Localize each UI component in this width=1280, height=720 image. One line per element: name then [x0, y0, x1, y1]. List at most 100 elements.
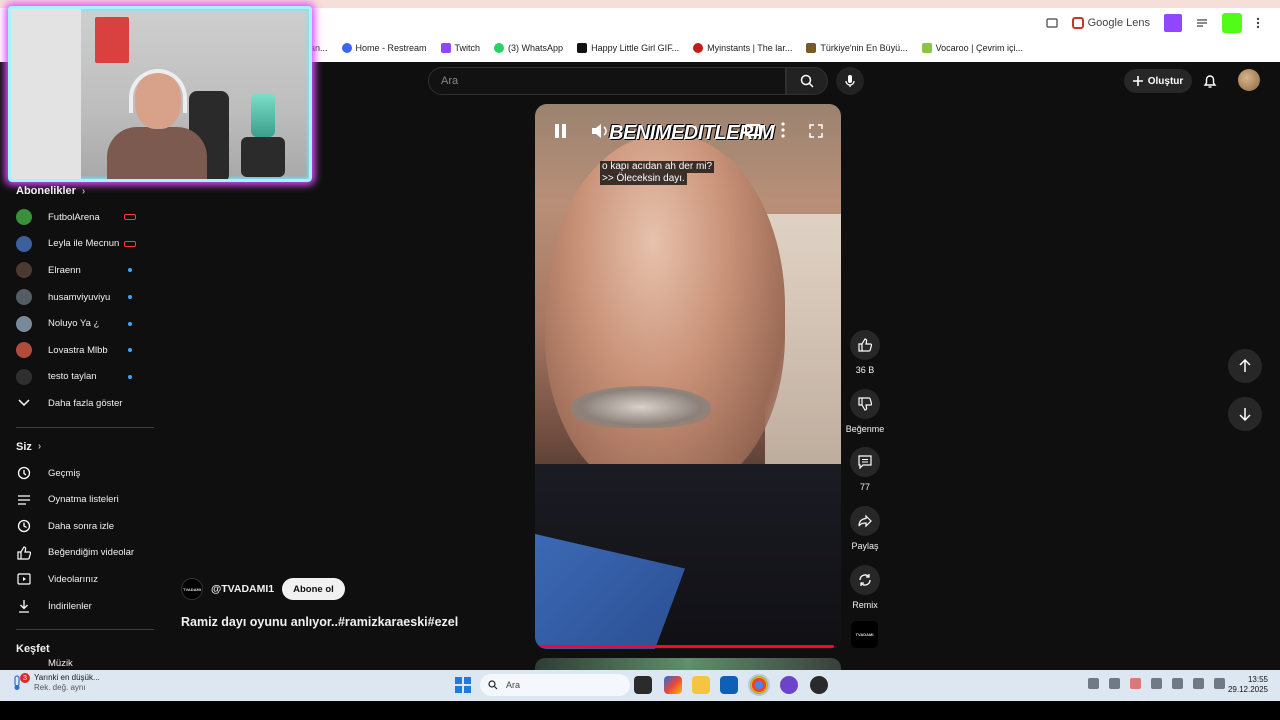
myinstants-icon — [693, 43, 704, 53]
speaker-icon[interactable] — [1193, 678, 1204, 689]
sidebar-item-label: husamviyuviyu — [48, 291, 111, 303]
whatsapp-icon — [494, 43, 505, 53]
file-explorer-icon[interactable] — [692, 676, 710, 694]
sidebar-item-label: Videolarınız — [48, 573, 98, 585]
browser-menu-icon[interactable] — [1256, 17, 1260, 29]
bookmark-item[interactable]: Home - Restream — [341, 43, 427, 53]
subscribe-button[interactable]: Abone ol — [282, 578, 345, 600]
streaming-app-icon[interactable] — [780, 676, 798, 694]
channel-mini-avatar[interactable]: TVADAMI — [851, 621, 878, 648]
like-icon — [16, 545, 32, 561]
sidebar-item-testo-taylan[interactable]: testo taylan — [0, 364, 160, 391]
google-lens-button[interactable]: Google Lens — [1071, 17, 1150, 29]
store-app-icon[interactable] — [664, 676, 682, 694]
microsoft-store-icon[interactable] — [720, 676, 738, 694]
history-icon — [16, 465, 32, 481]
sidebar-item-watch-later[interactable]: Daha sonra izle — [0, 513, 160, 540]
bookmark-item[interactable]: Happy Little Girl GIF... — [577, 43, 679, 53]
security-icon[interactable] — [1130, 678, 1141, 689]
sidebar-item-label: testo taylan — [48, 371, 97, 383]
share-icon — [858, 514, 872, 528]
task-view-icon[interactable] — [634, 676, 652, 694]
comment-count: 77 — [859, 482, 870, 492]
channel-handle[interactable]: @TVADAMI1 — [211, 583, 274, 595]
clock-time: 13:55 — [1247, 675, 1268, 684]
voice-search-button[interactable] — [836, 67, 864, 95]
sidebar-item-leyla-ile-mecnun[interactable]: Leyla ile Mecnun — [0, 231, 160, 258]
captions-overlay: o kapı acıdan ah der mi? >> Öleceksin da… — [600, 161, 715, 185]
network-icon[interactable] — [1109, 678, 1120, 689]
dislike-button[interactable] — [850, 389, 880, 419]
google-lens-label: Google Lens — [1087, 17, 1150, 29]
pause-button[interactable] — [555, 124, 569, 138]
show-more-label: Daha fazla göster — [48, 397, 123, 409]
system-clock[interactable]: 13:55 29.12.2025 — [1222, 675, 1268, 695]
reading-list-icon[interactable] — [1196, 17, 1208, 29]
bookmark-item[interactable]: Türkiye'nin En Büyü... — [806, 43, 908, 53]
comment-action: 77 — [840, 447, 890, 492]
sidebar-item-your-videos[interactable]: Videolarınız — [0, 566, 160, 593]
webcam-wall — [11, 9, 81, 179]
weather-widget[interactable]: 3 Yarınki en düşük... Rek. değ. aynı — [12, 673, 100, 693]
sidebar-item-label: Noluyo Ya ¿ — [48, 318, 100, 330]
obs-icon[interactable] — [810, 676, 828, 694]
next-short-button[interactable] — [1228, 397, 1262, 431]
live-indicator-icon — [124, 240, 136, 247]
sidebar-item-elraenn[interactable]: Elraenn — [0, 257, 160, 284]
bookmark-item[interactable]: Vocaroo | Çevrim içi... — [921, 43, 1023, 53]
share-label: Paylaş — [851, 541, 879, 551]
share-button[interactable] — [850, 506, 880, 536]
volume-icon[interactable] — [591, 123, 609, 139]
next-short-preview[interactable] — [535, 658, 841, 670]
microphone-icon — [845, 75, 855, 87]
search-icon — [800, 74, 814, 88]
sidebar-item-history[interactable]: Geçmiş — [0, 460, 160, 487]
sidebar-item-label: Lovastra Mlbb — [48, 344, 108, 356]
bookmark-item[interactable]: Myinstants | The lar... — [693, 43, 792, 53]
webcam-overlay — [8, 6, 312, 182]
subscriptions-heading[interactable]: Abonelikler › — [0, 182, 160, 200]
video-title[interactable]: Ramiz dayı oyunu anlıyor..#ramizkaraeski… — [181, 615, 458, 629]
bookmark-item[interactable]: Twitch — [440, 43, 480, 53]
search-button[interactable] — [786, 67, 828, 95]
clock-date: 29.12.2025 — [1227, 685, 1268, 694]
windows-start-icon[interactable] — [455, 677, 471, 693]
taskbar-search[interactable]: Ara — [480, 674, 630, 696]
sidebar-item-futbolarena[interactable]: FutbolArena — [0, 204, 160, 231]
captions-button[interactable] — [745, 124, 761, 136]
sidebar-item-lovastra-mlbb[interactable]: Lovastra Mlbb — [0, 337, 160, 364]
channel-avatar — [16, 342, 32, 359]
fullscreen-icon[interactable] — [809, 124, 823, 138]
shorts-player[interactable]: BENIMEDITLERIM o kapı acıdan ah der mi? … — [535, 104, 841, 649]
progress-bar[interactable] — [539, 645, 835, 648]
sidebar-item-liked-videos[interactable]: Beğendiğim videolar — [0, 540, 160, 567]
you-heading[interactable]: Siz › — [0, 438, 160, 456]
kick-extension-icon[interactable] — [1222, 13, 1242, 33]
search-input[interactable]: Ara — [428, 67, 786, 95]
remix-button[interactable] — [850, 565, 880, 595]
chrome-icon[interactable] — [750, 676, 768, 694]
channel-avatar[interactable]: TVADAMI — [181, 578, 203, 600]
show-more-button[interactable]: Daha fazla göster — [0, 390, 160, 417]
cast-icon[interactable] — [1046, 17, 1058, 29]
previous-short-button[interactable] — [1228, 349, 1262, 383]
sidebar-item-downloads[interactable]: İndirilenler — [0, 593, 160, 620]
sidebar-item-husamviyuviyu[interactable]: husamviyuviyu — [0, 284, 160, 311]
sidebar-item-playlists[interactable]: Oynatma listeleri — [0, 486, 160, 513]
comments-button[interactable] — [850, 447, 880, 477]
sidebar-item-noluyo-ya[interactable]: Noluyo Ya ¿ — [0, 310, 160, 337]
bookmark-item[interactable]: (3) WhatsApp — [494, 43, 563, 53]
account-avatar[interactable] — [1238, 69, 1260, 91]
create-button[interactable]: Oluştur — [1124, 69, 1192, 93]
notifications-button[interactable] — [1200, 71, 1220, 91]
chevron-up-icon[interactable] — [1088, 678, 1099, 689]
sahibinden-icon — [806, 43, 817, 53]
bookmark-item[interactable]: an... — [310, 43, 328, 53]
weather-text: Yarınki en düşük... Rek. değ. aynı — [34, 673, 100, 692]
like-button[interactable] — [850, 330, 880, 360]
display-icon[interactable] — [1172, 678, 1183, 689]
more-icon[interactable] — [781, 122, 785, 138]
system-tray — [1088, 678, 1225, 689]
twitch-extension-icon[interactable] — [1164, 14, 1182, 32]
microphone-icon[interactable] — [1151, 678, 1162, 689]
